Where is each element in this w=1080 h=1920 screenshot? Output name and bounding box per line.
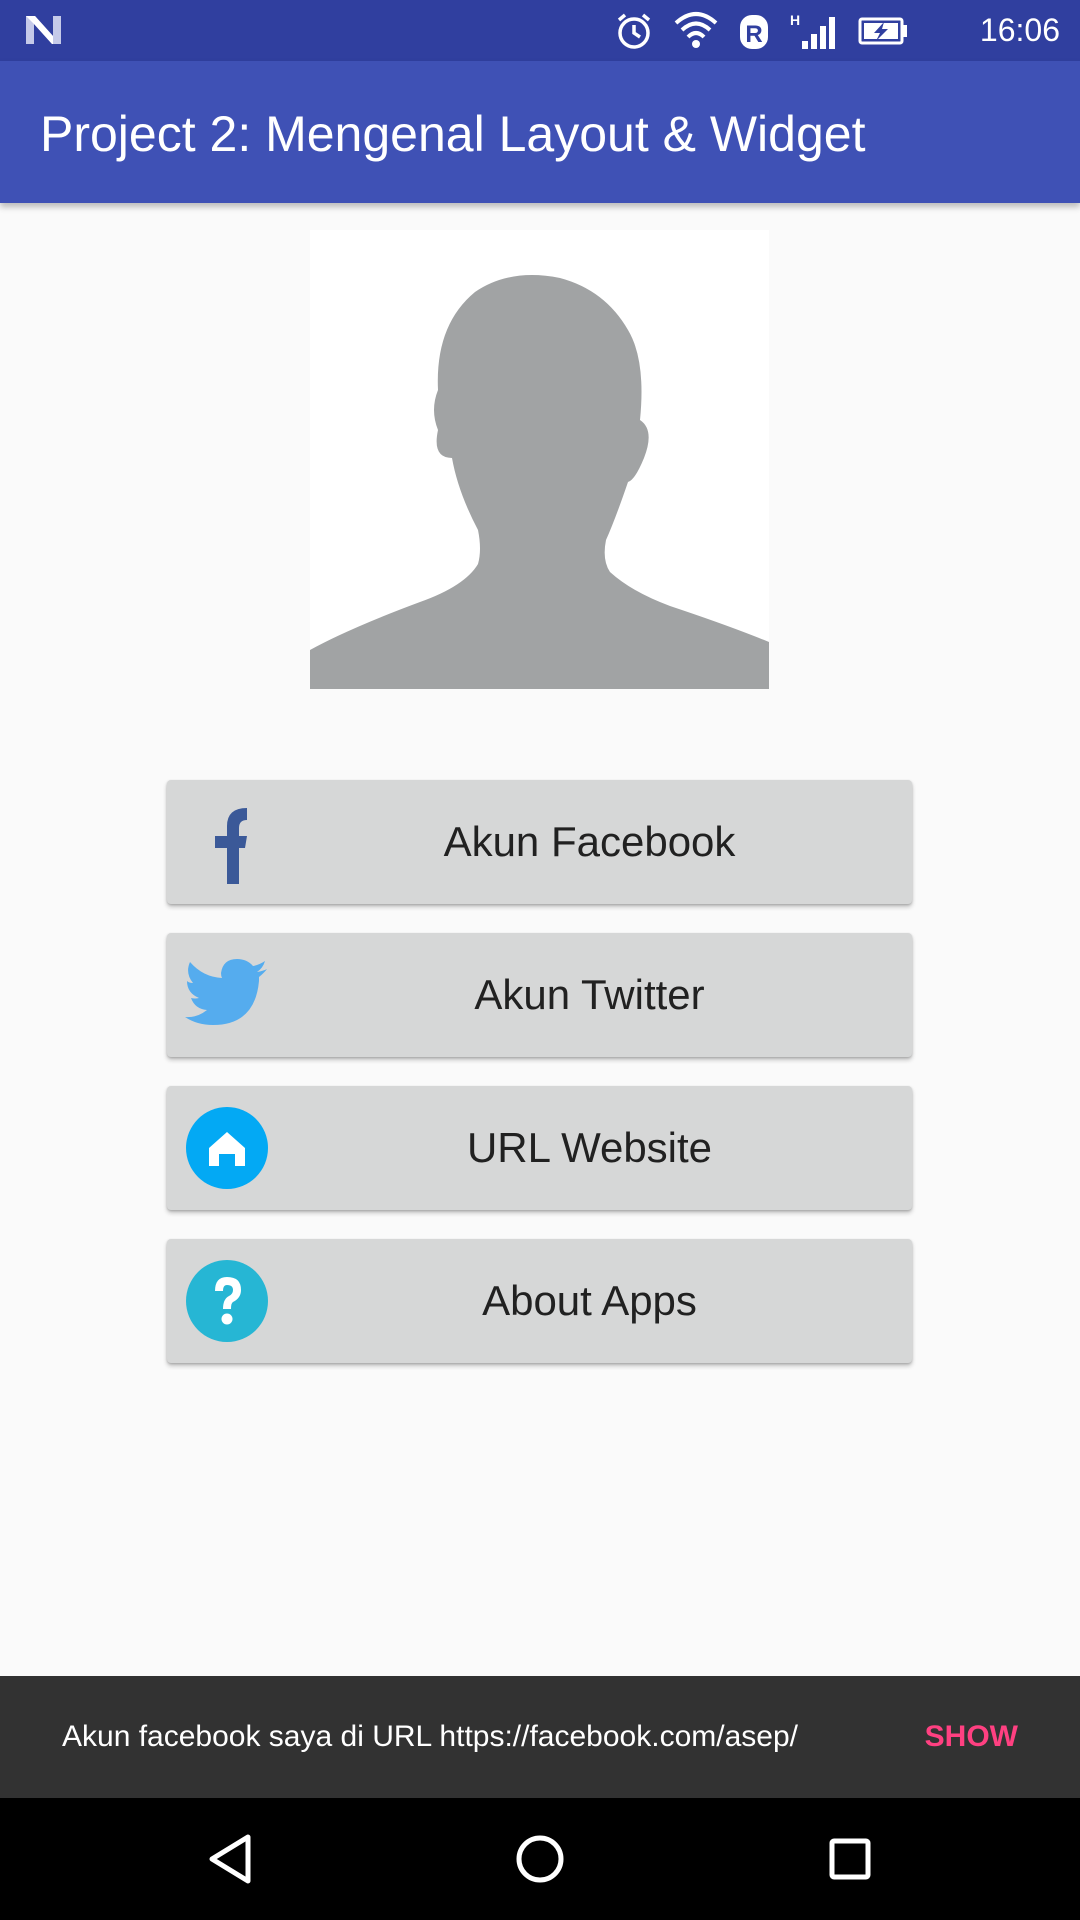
back-icon bbox=[209, 1834, 251, 1884]
wifi-icon bbox=[674, 12, 718, 48]
svg-text:H: H bbox=[790, 12, 800, 28]
home-icon bbox=[185, 1106, 269, 1190]
recents-button[interactable] bbox=[790, 1798, 910, 1920]
back-button[interactable] bbox=[170, 1798, 290, 1920]
svg-text:R: R bbox=[745, 21, 762, 48]
roaming-r-icon: R bbox=[740, 15, 768, 49]
home-circle-icon bbox=[516, 1835, 564, 1883]
battery-charging-icon bbox=[858, 17, 907, 45]
app-title: Project 2: Mengenal Layout & Widget bbox=[40, 106, 866, 162]
profile-picture bbox=[310, 230, 769, 689]
snackbar-show-button[interactable]: SHOW bbox=[925, 1676, 1018, 1798]
facebook-account-button[interactable]: Akun Facebook bbox=[167, 780, 912, 904]
twitter-account-button[interactable]: Akun Twitter bbox=[167, 933, 912, 1057]
twitter-bird-icon bbox=[185, 953, 269, 1037]
url-website-label: URL Website bbox=[466, 1124, 713, 1171]
url-website-button[interactable]: URL Website bbox=[167, 1086, 912, 1210]
app-bar: Project 2: Mengenal Layout & Widget bbox=[0, 61, 1080, 203]
help-icon bbox=[185, 1259, 269, 1343]
about-apps-button[interactable]: About Apps bbox=[167, 1239, 912, 1363]
about-apps-label: About Apps bbox=[482, 1277, 697, 1324]
snackbar: Akun facebook saya di URL https://facebo… bbox=[0, 1676, 1080, 1798]
facebook-icon bbox=[185, 800, 269, 884]
navigation-bar bbox=[0, 1798, 1080, 1920]
facebook-account-label: Akun Facebook bbox=[443, 818, 736, 865]
recents-icon bbox=[829, 1838, 871, 1880]
status-bar: R H 16:06 bbox=[0, 0, 1080, 61]
alarm-icon bbox=[617, 13, 651, 49]
n-logo-icon bbox=[26, 16, 61, 44]
snackbar-message: Akun facebook saya di URL https://facebo… bbox=[62, 1720, 798, 1753]
person-silhouette-icon bbox=[310, 275, 769, 689]
twitter-account-label: Akun Twitter bbox=[474, 971, 705, 1018]
main-content: Akun Facebook Akun Twitter URL Website A… bbox=[0, 203, 1080, 1676]
status-icons: R H bbox=[614, 9, 910, 53]
home-button[interactable] bbox=[480, 1798, 600, 1920]
signal-h-icon: H bbox=[790, 12, 835, 49]
status-clock: 16:06 bbox=[979, 12, 1060, 48]
